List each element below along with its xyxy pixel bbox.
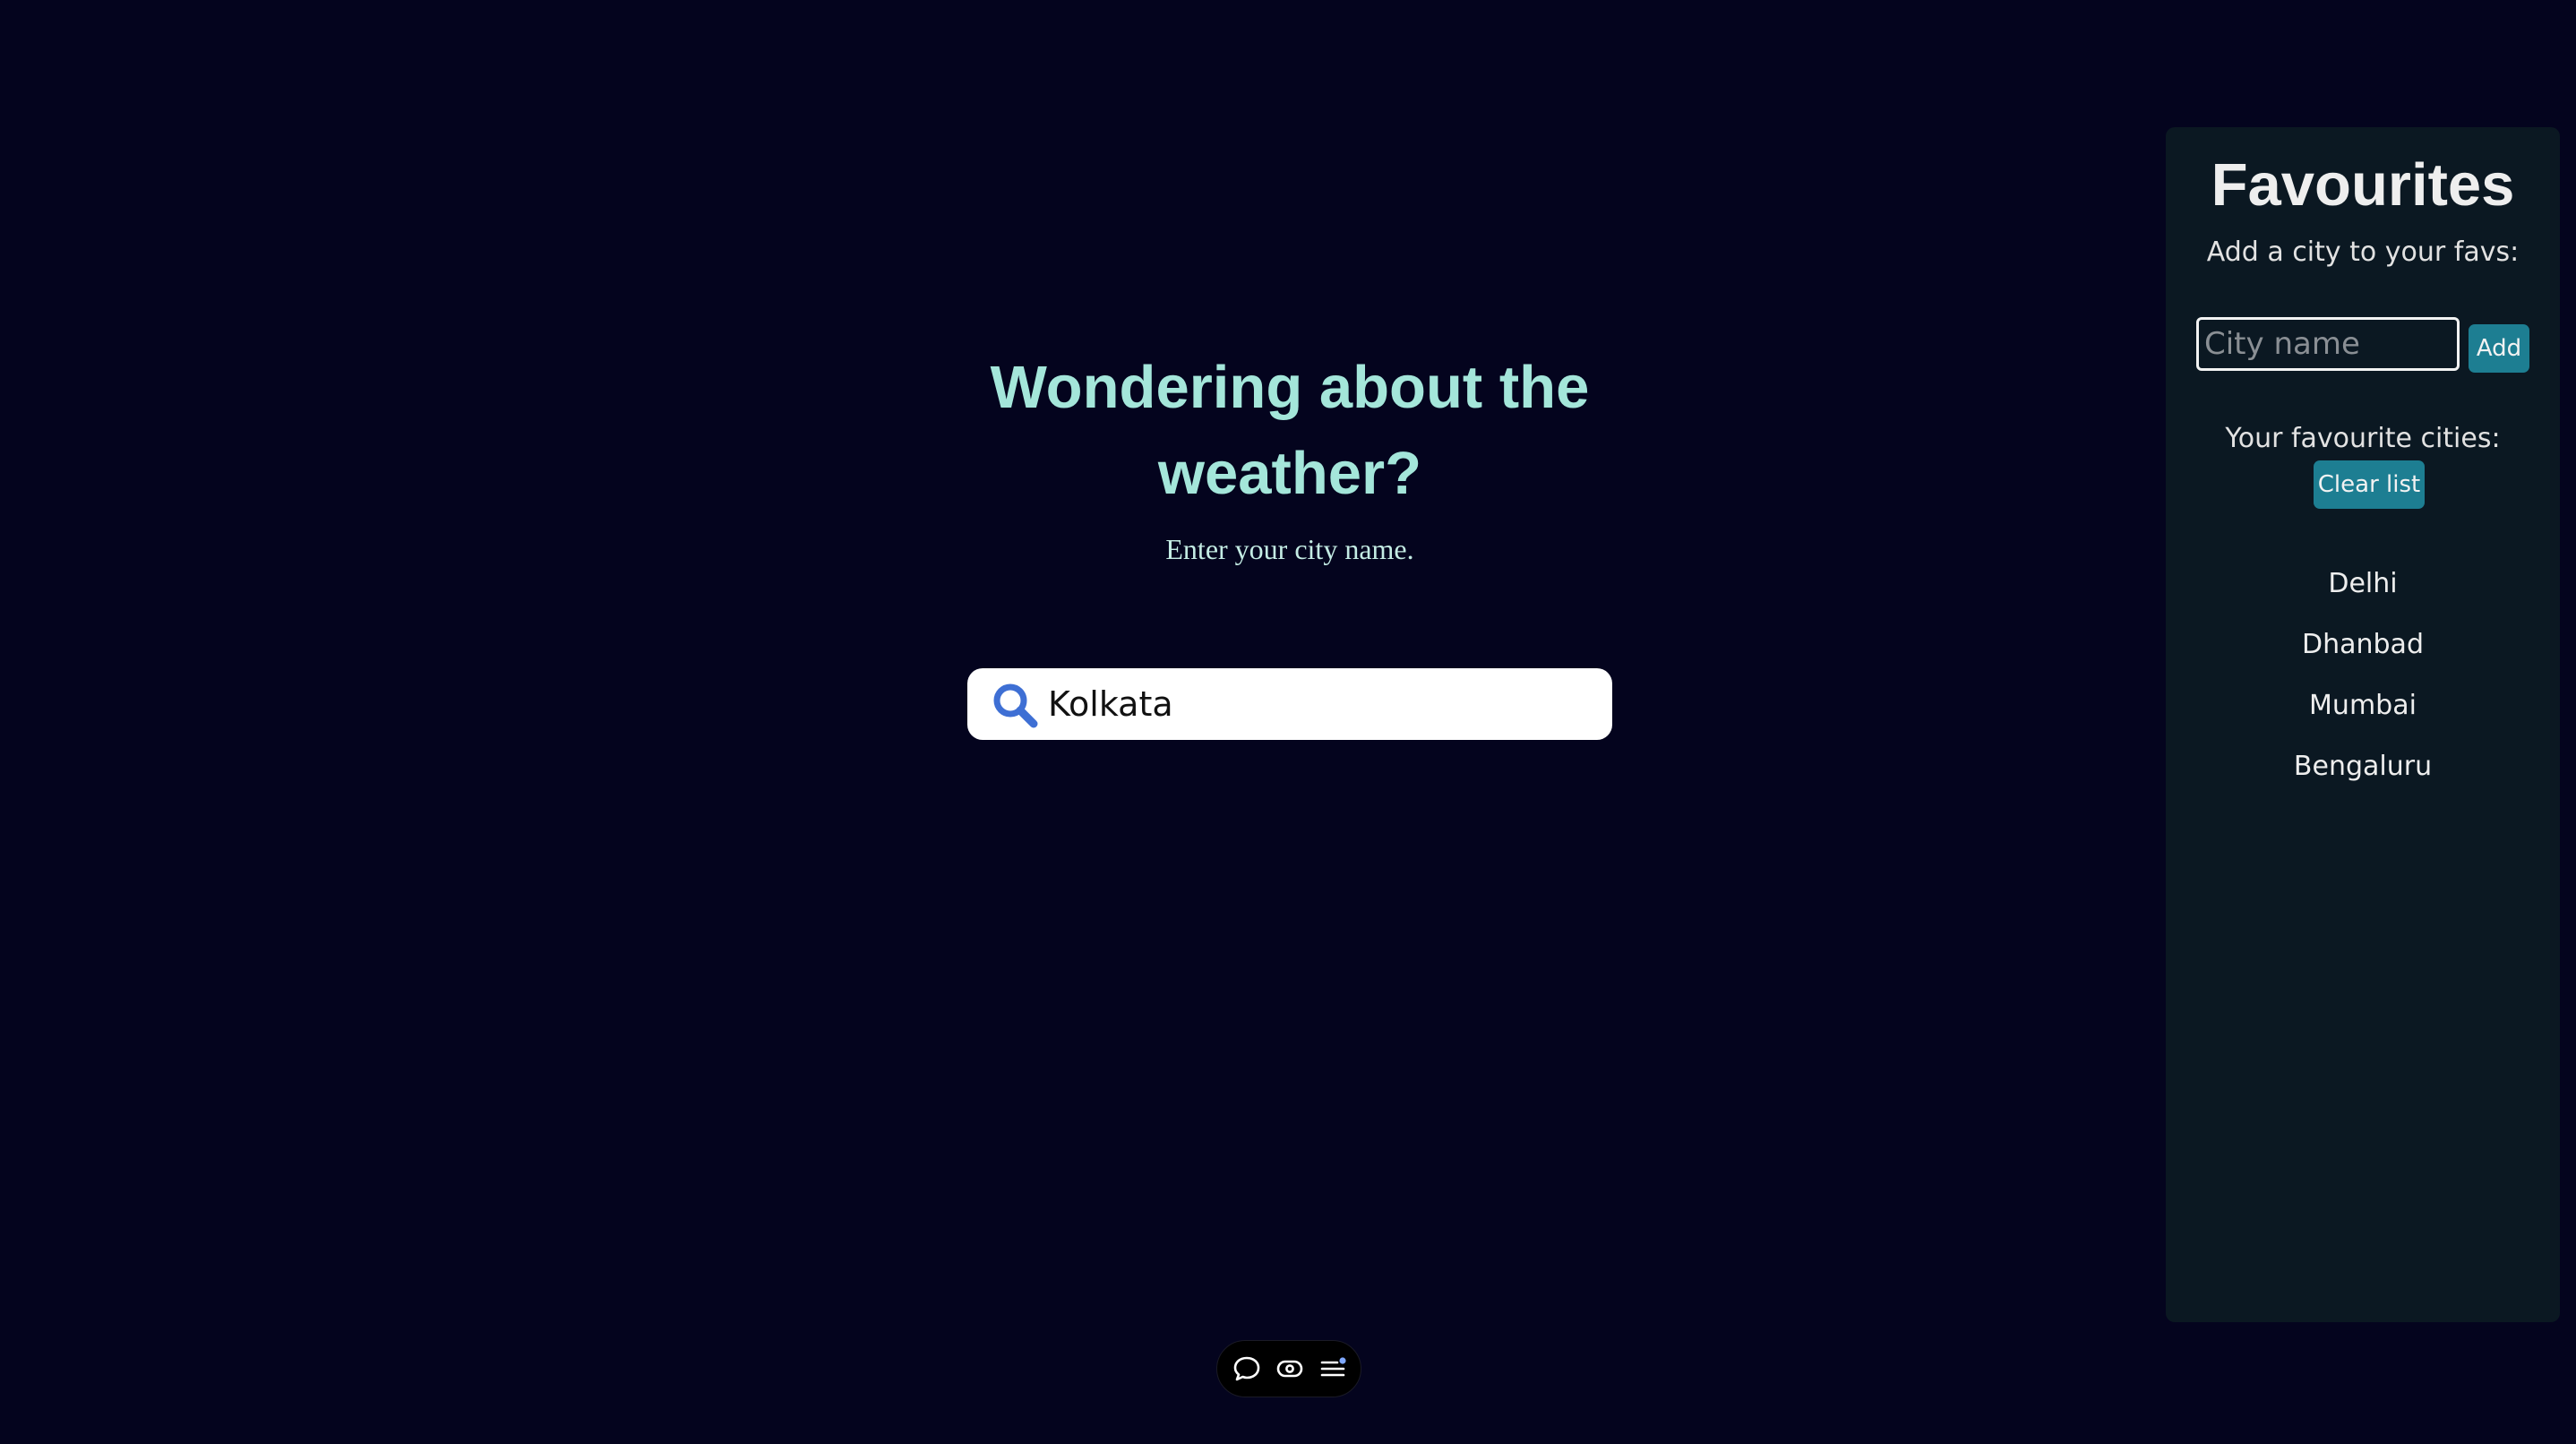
add-favourite-button[interactable]: Add [2469, 324, 2529, 373]
floating-toolbar [1216, 1340, 1361, 1397]
list-settings-icon[interactable] [1318, 1354, 1348, 1384]
favourite-city-input[interactable] [2196, 317, 2460, 371]
search-icon[interactable] [991, 681, 1039, 729]
favourite-city-item[interactable]: Dhanbad [2166, 618, 2560, 679]
add-city-prompt: Add a city to your favs: [2206, 236, 2520, 268]
favourites-heading: Favourites [2211, 151, 2515, 219]
clear-list-button[interactable]: Clear list [2314, 460, 2425, 509]
title-line-1: Wondering about the [990, 354, 1590, 421]
page-subtitle: Enter your city name. [1165, 533, 1414, 565]
comment-icon[interactable] [1232, 1354, 1262, 1384]
eye-icon[interactable] [1275, 1354, 1305, 1384]
favourite-city-item[interactable]: Delhi [2166, 557, 2560, 618]
favourite-city-item[interactable]: Bengaluru [2166, 740, 2560, 801]
favourite-cities-list: Delhi Dhanbad Mumbai Bengaluru [2166, 557, 2560, 801]
title-line-2: weather? [1157, 440, 1422, 507]
favourites-panel: Favourites Add a city to your favs: Add … [2166, 127, 2560, 1322]
city-search-bar[interactable] [967, 668, 1612, 740]
favourite-cities-label: Your favourite cities: [2225, 423, 2501, 454]
favourite-city-item[interactable]: Mumbai [2166, 679, 2560, 740]
hero: Wondering about the weather? Enter your … [932, 345, 1648, 567]
city-search-input[interactable] [1048, 677, 1594, 731]
page-title: Wondering about the weather? [932, 345, 1648, 517]
